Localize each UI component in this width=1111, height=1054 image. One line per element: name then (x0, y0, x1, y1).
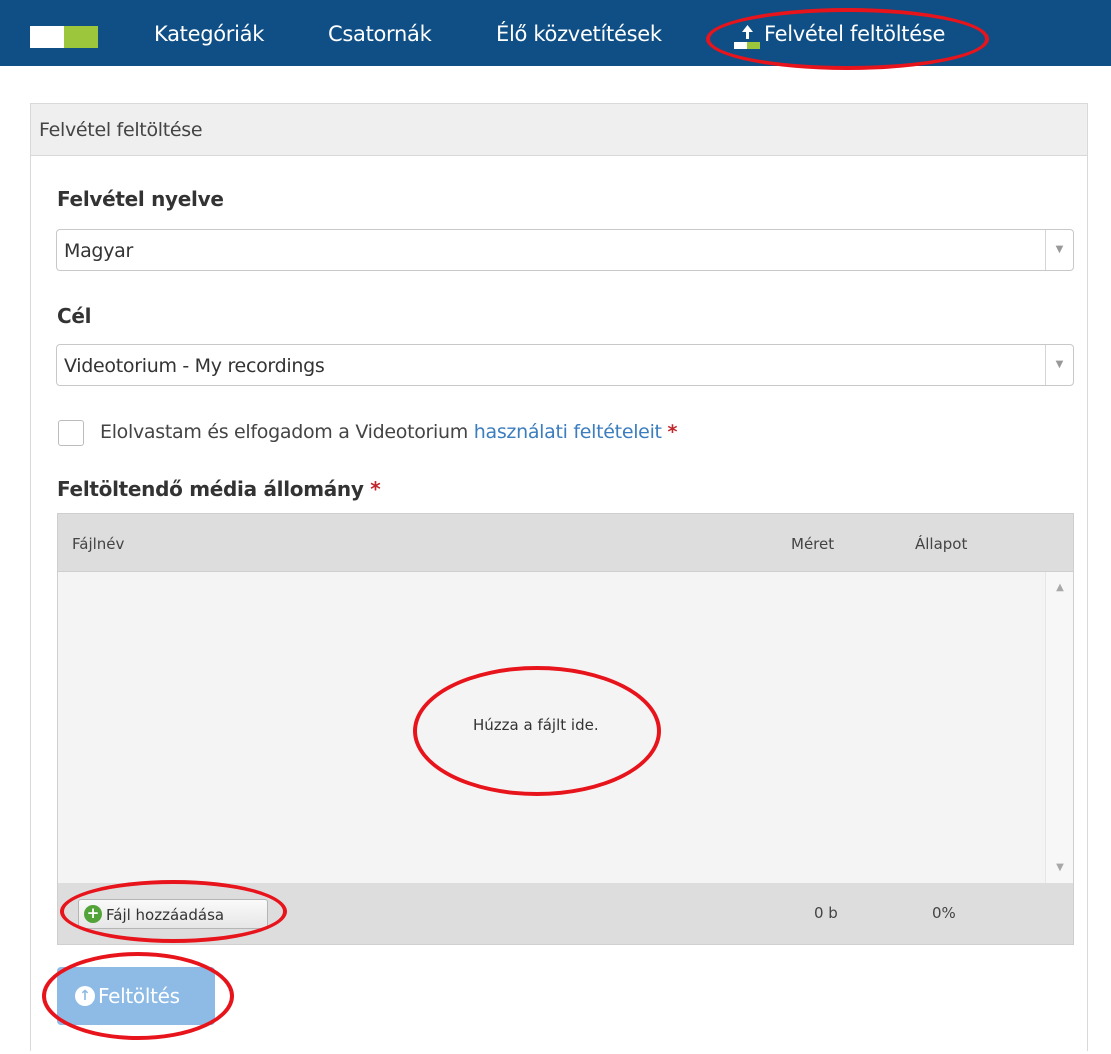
total-progress: 0% (932, 904, 956, 922)
nav-item-live[interactable]: Élő közvetítések (496, 22, 662, 46)
required-mark: * (370, 477, 381, 501)
site-logo[interactable] (30, 26, 98, 48)
logo-green-block (64, 26, 98, 48)
annotation-circle-add (60, 880, 287, 943)
chevron-down-icon: ▼ (1045, 230, 1073, 270)
nav-item-categories[interactable]: Kategóriák (154, 22, 264, 46)
annotation-circle-nav (706, 8, 989, 70)
chevron-down-icon: ▼ (1045, 345, 1073, 385)
media-label: Feltöltendő média állomány * (57, 477, 381, 501)
terms-link[interactable]: használati feltételeit (474, 421, 662, 443)
target-select-value: Videotorium - My recordings (64, 355, 325, 377)
logo-white-block (30, 26, 64, 48)
total-size: 0 b (814, 904, 838, 922)
nav-item-channels[interactable]: Csatornák (328, 22, 432, 46)
annotation-circle-submit (42, 952, 234, 1040)
panel-header: Felvétel feltöltése (31, 104, 1087, 156)
scroll-up-icon[interactable]: ▲ (1046, 582, 1074, 593)
uploader-header: Fájlnév Méret Állapot (58, 514, 1073, 572)
language-select-value: Magyar (64, 240, 133, 262)
language-select[interactable]: Magyar ▼ (56, 229, 1074, 271)
required-mark: * (667, 421, 678, 443)
terms-text: Elolvastam és elfogadom a Videotorium ha… (100, 421, 677, 443)
column-filename: Fájlnév (72, 535, 125, 553)
media-label-text: Feltöltendő média állomány (57, 477, 364, 501)
scroll-down-icon[interactable]: ▼ (1046, 862, 1074, 873)
terms-checkbox[interactable] (58, 420, 84, 446)
target-label: Cél (57, 304, 92, 328)
language-label: Felvétel nyelve (57, 187, 224, 211)
panel-title: Felvétel feltöltése (39, 119, 203, 141)
annotation-circle-dropzone (413, 666, 661, 796)
column-status: Állapot (915, 535, 968, 553)
file-list-scrollbar[interactable]: ▲ ▼ (1045, 572, 1073, 883)
target-select[interactable]: Videotorium - My recordings ▼ (56, 344, 1074, 386)
column-size: Méret (791, 535, 835, 553)
terms-label: Elolvastam és elfogadom a Videotorium (100, 421, 474, 443)
